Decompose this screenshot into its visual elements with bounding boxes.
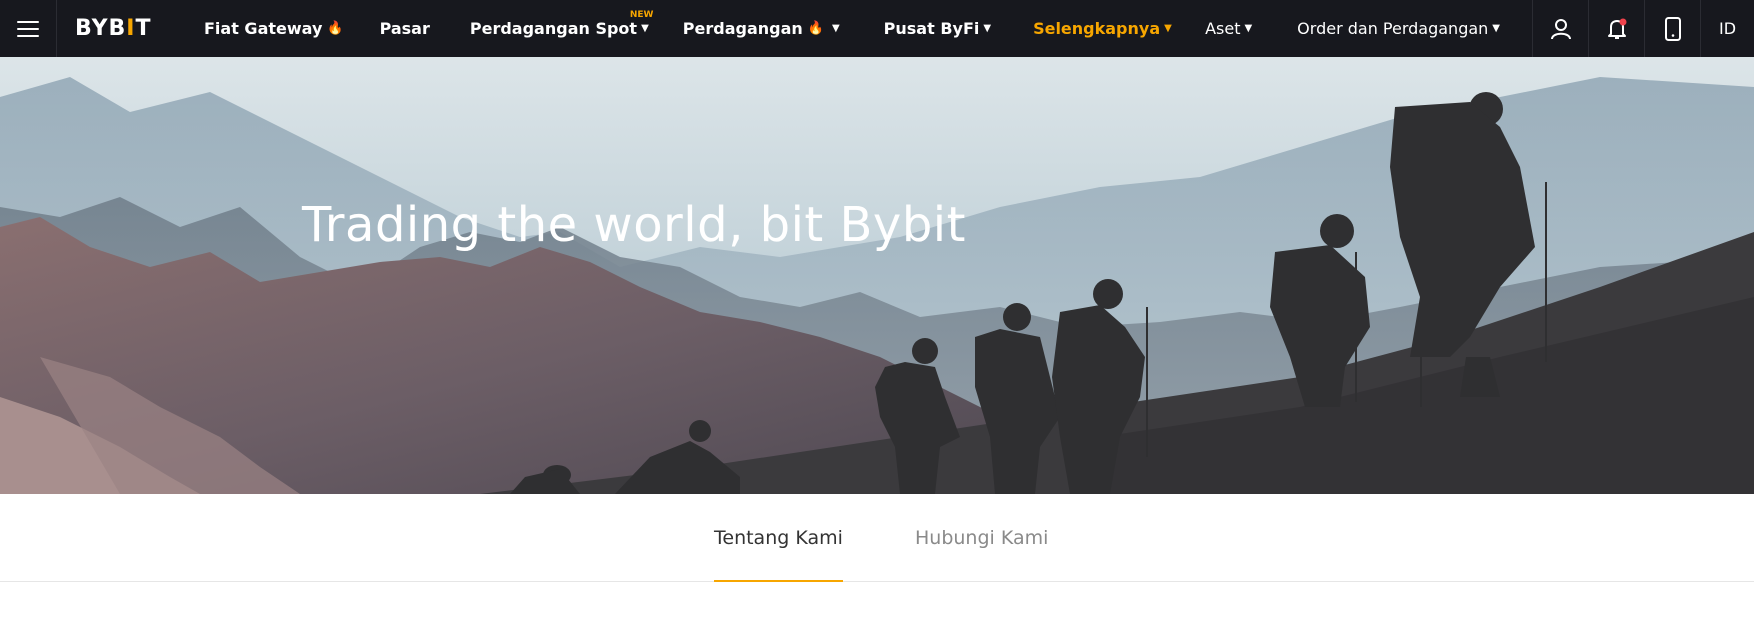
nav-item-pusat-byfi[interactable]: Pusat ByFi ▼ bbox=[884, 0, 991, 57]
user-icon bbox=[1550, 18, 1571, 39]
new-badge: NEW bbox=[629, 10, 654, 20]
nav-item-fiat-gateway[interactable]: Fiat Gateway 🔥 bbox=[204, 0, 344, 57]
page-tabs: Tentang Kami Hubungi Kami bbox=[0, 494, 1754, 582]
top-navbar: BYB I T Fiat Gateway 🔥 Pasar Perdagangan S… bbox=[0, 0, 1754, 57]
nav-item-pasar[interactable]: Pasar bbox=[380, 0, 430, 57]
notifications-button[interactable] bbox=[1588, 0, 1644, 57]
tab-hubungi-kami[interactable]: Hubungi Kami bbox=[915, 494, 1048, 582]
notification-bell-icon bbox=[1607, 18, 1626, 39]
caret-down-icon: ▼ bbox=[641, 23, 649, 34]
nav-item-perdagangan[interactable]: Perdagangan 🔥 ▼ bbox=[683, 0, 840, 57]
user-account-button[interactable] bbox=[1532, 0, 1588, 57]
nav-item-aset[interactable]: Aset ▼ bbox=[1205, 0, 1252, 57]
hamburger-menu-button[interactable] bbox=[0, 0, 57, 57]
nav-item-orders[interactable]: Order dan Perdagangan ▼ bbox=[1297, 0, 1500, 57]
nav-item-selengkapnya[interactable]: Selengkapnya ▼ bbox=[1033, 0, 1172, 57]
account-nav: Aset ▼ Order dan Perdagangan ▼ ID bbox=[1205, 0, 1754, 57]
primary-nav: Fiat Gateway 🔥 Pasar Perdagangan Spot ▼ … bbox=[196, 0, 1172, 57]
hamburger-menu-icon bbox=[17, 20, 39, 38]
caret-down-icon: ▼ bbox=[1492, 23, 1500, 34]
bybit-logo[interactable]: BYB I T bbox=[75, 0, 185, 57]
caret-down-icon: ▼ bbox=[1244, 23, 1253, 34]
nav-item-perdagangan-spot[interactable]: Perdagangan Spot ▼ NEW bbox=[470, 0, 654, 57]
caret-down-icon: ▼ bbox=[983, 23, 992, 34]
active-tab-indicator bbox=[714, 580, 843, 582]
mobile-phone-icon bbox=[1664, 16, 1681, 41]
fire-icon: 🔥 bbox=[327, 21, 344, 36]
hero-title: Trading the world, bit Bybit bbox=[302, 197, 966, 253]
language-selector[interactable]: ID bbox=[1700, 0, 1754, 57]
mobile-app-button[interactable] bbox=[1644, 0, 1700, 57]
fire-icon: 🔥 bbox=[807, 21, 824, 36]
tab-tentang-kami[interactable]: Tentang Kami bbox=[714, 494, 843, 582]
hero-mountain-illustration bbox=[0, 57, 1754, 494]
caret-down-icon: ▼ bbox=[831, 23, 840, 34]
hero-banner: Trading the world, bit Bybit bbox=[0, 57, 1754, 494]
caret-down-icon: ▼ bbox=[1164, 23, 1172, 34]
